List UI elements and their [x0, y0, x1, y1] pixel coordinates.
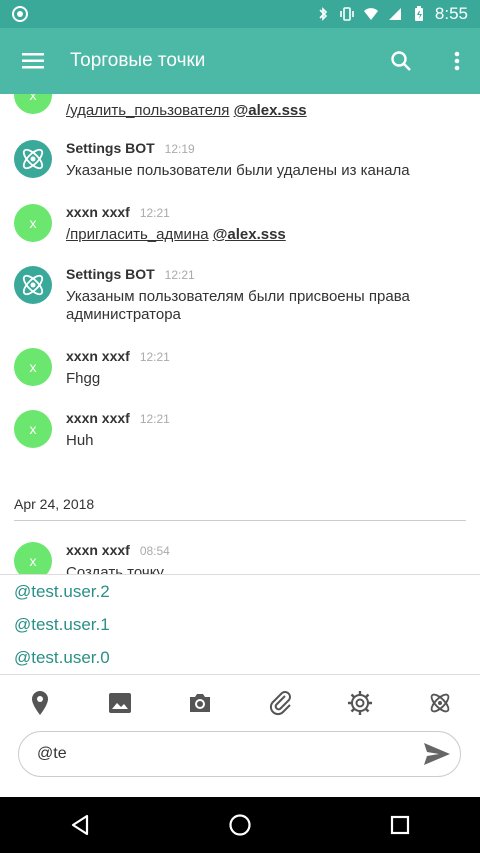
nav-recents-button[interactable] [370, 797, 430, 853]
screen: 8:55 Торговые точки x /удалить_пользоват… [0, 0, 480, 853]
attachment-bar [0, 674, 480, 730]
sender-name[interactable]: Settings BOT [66, 140, 155, 156]
system-nav-bar [0, 797, 480, 853]
sender-name[interactable]: Settings BOT [66, 266, 155, 282]
recents-square-icon [390, 815, 410, 835]
camera-icon [190, 693, 210, 712]
message-time: 08:54 [139, 544, 170, 558]
menu-button[interactable] [0, 28, 66, 94]
location-button[interactable] [20, 683, 60, 723]
sender-name[interactable]: xxxn xxxf [66, 410, 130, 426]
avatar [14, 140, 52, 178]
wifi-icon [363, 6, 379, 22]
nav-back-button[interactable] [50, 797, 110, 853]
message-header: xxxn xxxf 12:21 [66, 410, 170, 426]
command-link[interactable]: /пригласить_админа [66, 226, 209, 243]
bot-atom-icon [22, 148, 44, 170]
message-text: Huh [66, 432, 94, 449]
avatar-letter: x [29, 553, 37, 569]
message-time: 12:21 [164, 268, 195, 282]
message-text: /пригласить_админа @alex.sss [66, 226, 466, 244]
message-header: Settings BOT 12:19 [66, 140, 195, 156]
page-title: Торговые точки [70, 50, 206, 71]
avatar: x [14, 542, 52, 574]
date-separator: Apr 24, 2018 [14, 496, 466, 521]
mention-link[interactable]: @alex.sss [234, 102, 307, 119]
hamburger-icon [22, 53, 44, 69]
attach-file-button[interactable] [260, 683, 300, 723]
bluetooth-icon [315, 6, 331, 22]
atom-icon [430, 693, 450, 712]
message-time: 12:21 [139, 350, 170, 364]
home-circle-icon [229, 814, 251, 836]
message-header: xxxn xxxf 12:21 [66, 204, 170, 220]
clock: 8:55 [434, 4, 468, 23]
more-vert-icon [454, 51, 460, 71]
message-input[interactable]: @te [37, 745, 414, 763]
avatar-letter: x [29, 94, 37, 103]
sender-name[interactable]: xxxn xxxf [66, 348, 130, 364]
camera-button[interactable] [180, 683, 220, 723]
vibrate-icon [339, 6, 355, 22]
message-text: Указаным пользователям были присвоены пр… [66, 288, 410, 323]
settings-button[interactable] [340, 683, 380, 723]
notification-icon [12, 6, 28, 22]
message-text: Указаные пользователи были удалены из ка… [66, 162, 410, 179]
avatar: x [14, 348, 52, 386]
app-toolbar: Торговые точки [0, 28, 480, 94]
image-button[interactable] [100, 683, 140, 723]
search-button[interactable] [368, 28, 434, 94]
location-icon [32, 690, 48, 715]
message-text: /удалить_пользователя @alex.sss [66, 102, 466, 120]
suggestion-item[interactable]: @test.user.1 [0, 608, 480, 641]
message-text: Создать точку [66, 564, 164, 574]
sender-name[interactable]: xxxn xxxf [66, 204, 130, 220]
send-icon [424, 743, 450, 765]
search-icon [391, 51, 411, 71]
avatar-letter: x [29, 421, 37, 437]
back-triangle-icon [71, 814, 89, 836]
message-header: Settings BOT 12:21 [66, 266, 195, 282]
message-input-container: @te [18, 731, 461, 777]
message-header: xxxn xxxf 08:54 [66, 542, 170, 558]
avatar: x [14, 94, 52, 114]
mention-suggestions: @test.user.2 @test.user.1 @test.user.0 [0, 574, 480, 674]
image-icon [109, 692, 131, 713]
message-time: 12:21 [139, 412, 170, 426]
suggestion-item[interactable]: @test.user.2 [0, 575, 480, 608]
sender-name[interactable]: xxxn xxxf [66, 542, 130, 558]
command-link[interactable]: /удалить_пользователя [66, 102, 229, 119]
avatar: x [14, 410, 52, 448]
message-text: Fhgg [66, 370, 101, 387]
avatar-letter: x [29, 215, 37, 231]
message-time: 12:21 [139, 206, 170, 220]
send-button[interactable] [414, 731, 460, 777]
status-bar: 8:55 [0, 0, 480, 28]
attachment-icon [269, 690, 291, 715]
suggestion-item[interactable]: @test.user.0 [0, 641, 480, 674]
avatar-letter: x [29, 359, 37, 375]
message-time: 12:19 [164, 142, 195, 156]
signal-icon [387, 6, 403, 22]
message-list[interactable]: x /удалить_пользователя @alex.sss Settin… [0, 94, 480, 574]
mention-link[interactable]: @alex.sss [213, 226, 286, 243]
nav-home-button[interactable] [210, 797, 270, 853]
bot-atom-icon [22, 274, 44, 296]
bot-button[interactable] [420, 683, 460, 723]
avatar: x [14, 204, 52, 242]
battery-icon [411, 6, 427, 22]
overflow-menu-button[interactable] [434, 28, 480, 94]
settings-icon [348, 690, 372, 715]
message-header: xxxn xxxf 12:21 [66, 348, 170, 364]
avatar [14, 266, 52, 304]
